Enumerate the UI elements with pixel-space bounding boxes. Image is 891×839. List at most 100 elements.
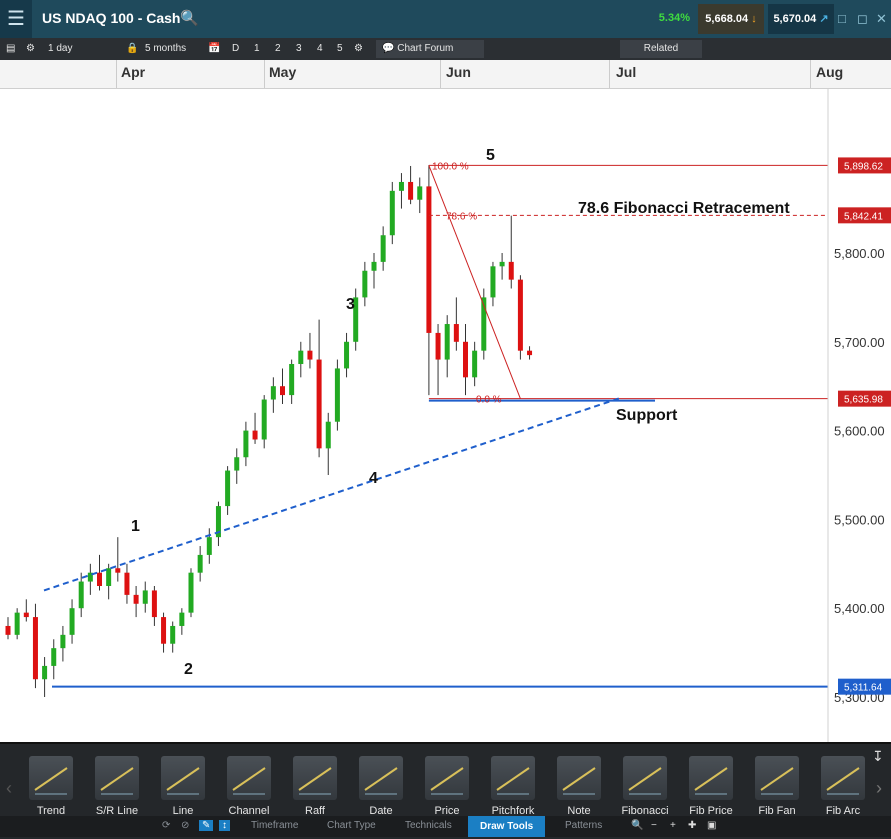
fullscreen-icon[interactable]: ▣ [707, 820, 716, 831]
support-label: Support [616, 407, 678, 424]
tool-pitchfork[interactable]: Pitchfork [483, 756, 543, 817]
tab-timeframe[interactable]: Timeframe [251, 820, 298, 831]
menu-icon[interactable]: ☰ [0, 0, 32, 38]
overlays-group [43, 164, 828, 688]
refresh-icon[interactable]: ⟳ [162, 820, 170, 831]
related-button[interactable]: Related [620, 40, 702, 58]
resize-icon[interactable]: ↕ [219, 820, 230, 831]
candle-up [362, 270, 368, 298]
fib-price-icon [689, 756, 733, 800]
candle-up [14, 612, 20, 635]
bottom-tabs: ⟳ ⊘ ✎ ↕ Timeframe Chart Type Technicals … [0, 816, 891, 837]
interval-select[interactable]: 1 day [48, 43, 72, 54]
candle-down [32, 617, 38, 680]
candle-down [124, 572, 130, 595]
list-icon[interactable]: ▤ [6, 43, 15, 54]
sell-price: 5,668.04 [705, 13, 749, 25]
candle-down [527, 350, 533, 356]
tool-fib-arc[interactable]: Fib Arc [813, 756, 873, 817]
wave-5-label: 5 [486, 147, 495, 164]
period-5[interactable]: 5 [337, 43, 343, 54]
s-r-line-icon [95, 756, 139, 800]
tool-channel[interactable]: Channel [219, 756, 279, 817]
candle-down [408, 181, 414, 200]
fib-fan-icon [755, 756, 799, 800]
tool-fibonacci[interactable]: Fibonacci [615, 756, 675, 817]
tool-raff[interactable]: Raff [285, 756, 345, 817]
sell-price-button[interactable]: 5,668.04 ↓ [698, 4, 764, 34]
scroll-left-icon[interactable]: ‹ [6, 778, 12, 799]
chart-forum-button[interactable]: 💬 Chart Forum [376, 40, 484, 58]
tool-fib-fan[interactable]: Fib Fan [747, 756, 807, 817]
minus-icon[interactable]: − [651, 820, 657, 831]
popout-icon[interactable]: □ [838, 11, 846, 26]
date-icon [359, 756, 403, 800]
settings-icon[interactable]: ⚙ [26, 43, 35, 54]
price-tag-label: 5,898.62 [844, 161, 883, 172]
tab-draw-tools[interactable]: Draw Tools [468, 816, 546, 837]
calendar-icon[interactable]: 📅 [208, 43, 220, 54]
buy-price-button[interactable]: 5,670.04 ↗ [768, 4, 834, 34]
pencil-icon[interactable]: ✎ [199, 820, 214, 831]
candle-up [490, 266, 496, 298]
candle-down [280, 386, 285, 396]
no-icon[interactable]: ⊘ [181, 820, 189, 831]
candles-group [5, 165, 533, 697]
candle-up [234, 457, 240, 471]
tool-s-r-line[interactable]: S/R Line [87, 756, 147, 817]
tab-chart-type[interactable]: Chart Type [327, 820, 376, 831]
month-tick [810, 60, 811, 88]
expand-icon[interactable]: ◻ [857, 11, 868, 27]
top-bar: ☰ US NDAQ 100 - Cash 🔍 5.34% 5,668.04 ↓ … [0, 0, 891, 38]
instrument-title[interactable]: US NDAQ 100 - Cash [42, 10, 180, 26]
raff-icon [293, 756, 337, 800]
tool-date[interactable]: Date [351, 756, 411, 817]
tab-technicals[interactable]: Technicals [405, 820, 452, 831]
price-chart[interactable]: 5,800.00 5,700.00 5,600.00 5,500.00 5,400.00… [0, 89, 891, 742]
candle-down [115, 568, 121, 573]
buy-price: 5,670.04 [773, 13, 817, 25]
range-select[interactable]: 5 months [145, 43, 186, 54]
crosshair-icon[interactable]: ✚ [688, 820, 696, 831]
month-tick [116, 60, 117, 88]
candle-up [206, 537, 212, 555]
scroll-right-icon[interactable]: › [876, 778, 882, 799]
price-icon [425, 756, 469, 800]
fib-786-label: 78.6 % [446, 211, 477, 222]
zoom-icon[interactable]: 🔍 [631, 820, 643, 831]
period-d[interactable]: D [232, 43, 239, 54]
price-tag-label: 5,311.64 [844, 683, 883, 694]
close-icon[interactable]: ✕ [876, 11, 887, 27]
price-axis-label: 5,600.00 [834, 424, 885, 439]
period-3[interactable]: 3 [296, 43, 302, 54]
trend-line[interactable] [43, 396, 622, 592]
lock-icon[interactable]: 🔒 [126, 43, 138, 54]
tool-note[interactable]: Note [549, 756, 609, 817]
tab-patterns[interactable]: Patterns [565, 820, 602, 831]
date-axis: Apr May Jun Jul Aug [0, 60, 891, 89]
collapse-icon[interactable]: ↧ [872, 748, 884, 765]
chart-forum-label: Chart Forum [397, 43, 454, 54]
fib-arc-icon [821, 756, 865, 800]
period-1[interactable]: 1 [254, 43, 260, 54]
candle-up [197, 554, 203, 573]
wave-2-label: 2 [184, 661, 193, 678]
note-icon [557, 756, 601, 800]
search-icon[interactable]: 🔍 [180, 9, 199, 27]
candle-down [426, 186, 432, 333]
period-4[interactable]: 4 [317, 43, 323, 54]
tool-price[interactable]: Price [417, 756, 477, 817]
tool-fib-price[interactable]: Fib Price [681, 756, 741, 817]
plus-icon[interactable]: + [670, 820, 676, 831]
buy-flash-icon: ↗ [819, 13, 829, 25]
candle-down [307, 350, 313, 360]
chart-settings-icon[interactable]: ⚙ [354, 43, 363, 54]
tool-trend[interactable]: Trend [21, 756, 81, 817]
month-jun: Jun [446, 64, 471, 80]
change-percent: 5.34% [658, 12, 690, 24]
period-2[interactable]: 2 [275, 43, 281, 54]
wave-3-label: 3 [346, 296, 355, 313]
chat-icon: 💬 [382, 43, 395, 54]
month-tick [264, 60, 265, 88]
tool-line[interactable]: Line [153, 756, 213, 817]
